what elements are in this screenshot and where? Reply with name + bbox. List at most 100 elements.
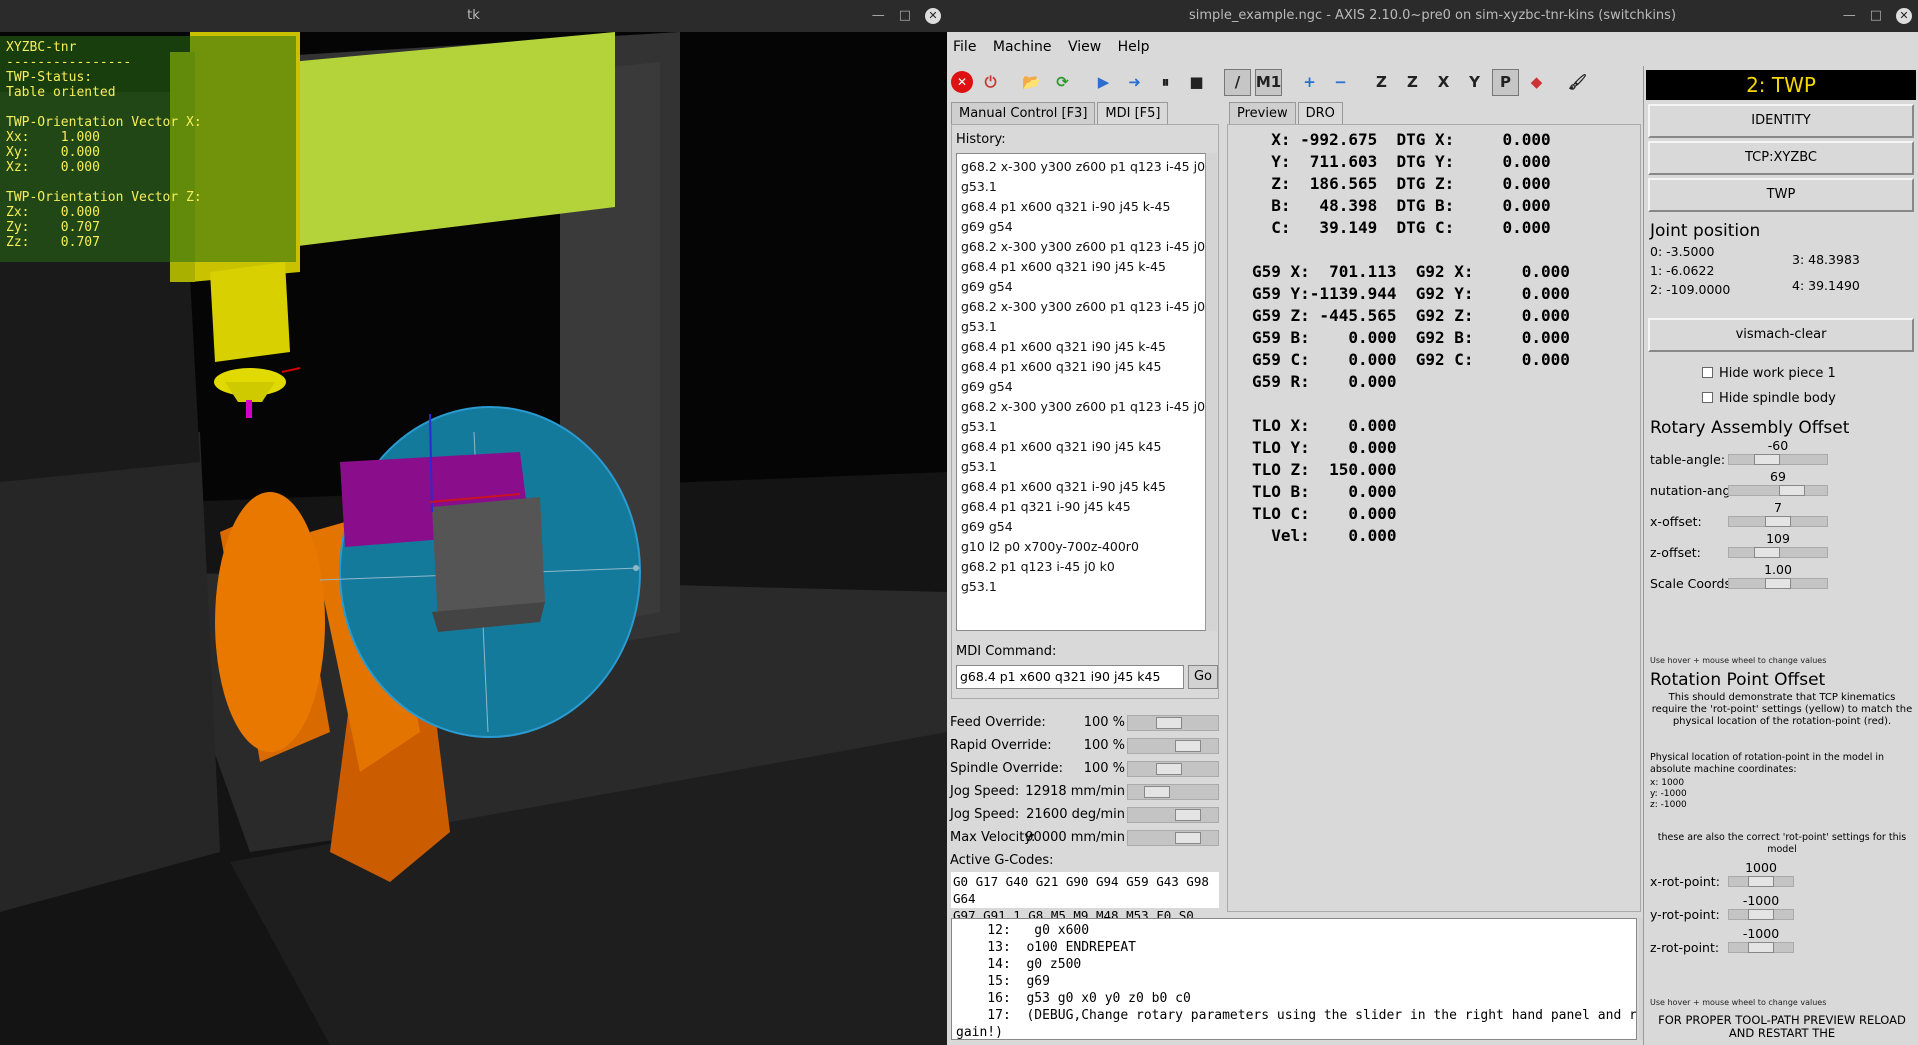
history-item[interactable]: g68.2 x-300 y300 z600 p1 q123 i-45 j0 k0 xyxy=(961,157,1207,177)
step-icon[interactable]: ➜ xyxy=(1121,69,1148,96)
menu-file[interactable]: File xyxy=(947,32,982,62)
slider-knob[interactable] xyxy=(1175,809,1201,821)
zoom-out-icon[interactable]: − xyxy=(1327,69,1354,96)
twp-button[interactable]: TWP xyxy=(1648,178,1914,212)
tcp-xyzbc-button[interactable]: TCP:XYZBC xyxy=(1648,141,1914,175)
history-item[interactable]: g10 l2 p0 x700y-700z-400r0 xyxy=(961,537,1203,557)
slider-track[interactable] xyxy=(1728,909,1794,920)
tab-manual-control[interactable]: Manual Control [F3] xyxy=(951,102,1096,124)
override-slider[interactable] xyxy=(1127,807,1219,823)
block-delete-icon[interactable]: / xyxy=(1224,68,1251,96)
close-icon[interactable]: ✕ xyxy=(925,8,941,24)
minimize-icon[interactable]: — xyxy=(872,0,885,32)
slider-track[interactable] xyxy=(1728,547,1828,558)
override-slider[interactable] xyxy=(1127,784,1219,800)
maximize-icon[interactable]: □ xyxy=(1870,0,1882,32)
minimize-icon[interactable]: — xyxy=(1843,0,1856,32)
slider-knob[interactable] xyxy=(1144,786,1170,798)
history-item[interactable]: g53.1 xyxy=(961,177,1203,197)
slider-track[interactable] xyxy=(1728,485,1828,496)
override-slider[interactable] xyxy=(1127,738,1219,754)
power-icon[interactable]: ⏻ xyxy=(977,69,1004,96)
override-slider[interactable] xyxy=(1127,830,1219,846)
tab-preview[interactable]: Preview xyxy=(1229,102,1296,124)
view-y-icon[interactable]: Y xyxy=(1461,69,1488,96)
slider-knob[interactable] xyxy=(1765,578,1791,589)
history-scrollbar[interactable] xyxy=(1205,153,1217,631)
estop-icon[interactable]: ✕ xyxy=(951,71,973,93)
history-item[interactable]: g68.4 p1 x600 q321 i90 j45 k-45 xyxy=(961,337,1203,357)
mdi-command-input[interactable]: g68.4 p1 x600 q321 i90 j45 k45 xyxy=(956,665,1184,689)
slider-knob[interactable] xyxy=(1754,454,1780,465)
rotary-assembly-title: Rotary Assembly Offset xyxy=(1650,418,1850,438)
menu-help[interactable]: Help xyxy=(1112,32,1156,62)
menu-view[interactable]: View xyxy=(1062,32,1107,62)
slider-knob[interactable] xyxy=(1748,942,1774,953)
history-item[interactable]: g68.4 p1 x600 q321 i90 j45 k45 xyxy=(961,437,1203,457)
zoom-in-icon[interactable]: + xyxy=(1296,69,1323,96)
slider-knob[interactable] xyxy=(1748,876,1774,887)
slider-knob[interactable] xyxy=(1175,832,1201,844)
vismach-3d-view[interactable]: XYZBC-tnr ---------------- TWP-Status: T… xyxy=(0,32,947,1045)
maximize-icon[interactable]: □ xyxy=(899,0,911,32)
slider-knob[interactable] xyxy=(1156,763,1182,775)
override-slider[interactable] xyxy=(1127,715,1219,731)
history-item[interactable]: g68.2 x-300 y300 z600 p1 q123 i-45 j0 k0 xyxy=(961,237,1207,257)
history-item[interactable]: g68.4 p1 x600 q321 i-90 j45 k-45 xyxy=(961,197,1203,217)
view-p-icon[interactable]: P xyxy=(1492,68,1519,96)
view-z-icon[interactable]: Z xyxy=(1368,69,1395,96)
history-item[interactable]: g68.2 p1 q123 i-45 j0 k0 xyxy=(961,557,1203,577)
history-item[interactable]: g69 g54 xyxy=(961,517,1203,537)
slider-track[interactable] xyxy=(1728,942,1794,953)
slider-knob[interactable] xyxy=(1156,717,1182,729)
history-item[interactable]: g68.2 x-300 y300 z600 p1 q123 i-45 j0 k0 xyxy=(961,397,1207,417)
history-item[interactable]: g53.1 xyxy=(961,417,1203,437)
slider-knob[interactable] xyxy=(1754,547,1780,558)
slider-knob[interactable] xyxy=(1748,909,1774,920)
slider-track[interactable] xyxy=(1728,454,1828,465)
gcode-listing[interactable]: 12: g0 x600 13: o100 ENDREPEAT 14: g0 z5… xyxy=(951,918,1637,1040)
history-item[interactable]: g53.1 xyxy=(961,457,1203,477)
menu-machine[interactable]: Machine xyxy=(987,32,1058,62)
dro-line: TLO X: 0.000 xyxy=(1252,416,1397,435)
code-line: 16: g53 g0 x0 y0 z0 b0 c0 xyxy=(956,991,1191,1006)
close-icon[interactable]: ✕ xyxy=(1896,8,1912,24)
view-z2-icon[interactable]: Z xyxy=(1399,69,1426,96)
identity-button[interactable]: IDENTITY xyxy=(1648,104,1914,138)
slider-knob[interactable] xyxy=(1779,485,1805,496)
rotate-icon[interactable]: ◆ xyxy=(1523,69,1550,96)
view-x-icon[interactable]: X xyxy=(1430,69,1457,96)
pause-icon[interactable]: ⏸ xyxy=(1152,69,1179,96)
history-item[interactable]: g68.4 p1 x600 q321 i90 j45 k45 xyxy=(961,357,1203,377)
history-item[interactable]: g69 g54 xyxy=(961,277,1203,297)
slider-track[interactable] xyxy=(1728,516,1828,527)
override-row: Jog Speed: 12918 mm/min xyxy=(947,781,1223,804)
override-slider[interactable] xyxy=(1127,761,1219,777)
run-icon[interactable]: ▶ xyxy=(1090,69,1117,96)
slider-knob[interactable] xyxy=(1765,516,1791,527)
optional-stop-icon[interactable]: M1 xyxy=(1255,68,1282,96)
history-item[interactable]: g68.2 x-300 y300 z600 p1 q123 i-45 j0 k0 xyxy=(961,297,1207,317)
history-item[interactable]: g69 g54 xyxy=(961,377,1203,397)
reload-icon[interactable]: ⟳ xyxy=(1049,69,1076,96)
history-item[interactable]: g53.1 xyxy=(961,577,1203,597)
tab-dro[interactable]: DRO xyxy=(1297,102,1343,124)
tab-mdi[interactable]: MDI [F5] xyxy=(1097,102,1169,124)
slider-knob[interactable] xyxy=(1175,740,1201,752)
clear-icon[interactable]: 🖌 xyxy=(1564,69,1591,96)
history-list[interactable]: g68.2 x-300 y300 z600 p1 q123 i-45 j0 k0… xyxy=(956,153,1208,631)
go-button[interactable]: Go xyxy=(1188,665,1218,689)
stop-icon[interactable]: ■ xyxy=(1183,69,1210,96)
also-note: these are also the correct 'rot-point' s… xyxy=(1657,832,1907,855)
hide-spindle-body-checkbox[interactable]: Hide spindle body xyxy=(1702,391,1836,406)
history-item[interactable]: g68.4 p1 x600 q321 i-90 j45 k45 xyxy=(961,477,1203,497)
hide-work-piece-checkbox[interactable]: Hide work piece 1 xyxy=(1702,366,1836,381)
history-item[interactable]: g68.4 p1 q321 i-90 j45 k45 xyxy=(961,497,1203,517)
history-item[interactable]: g68.4 p1 x600 q321 i90 j45 k-45 xyxy=(961,257,1203,277)
slider-track[interactable] xyxy=(1728,876,1794,887)
open-icon[interactable]: 📂 xyxy=(1018,69,1045,96)
slider-track[interactable] xyxy=(1728,578,1828,589)
history-item[interactable]: g69 g54 xyxy=(961,217,1203,237)
history-item[interactable]: g53.1 xyxy=(961,317,1203,337)
vismach-clear-button[interactable]: vismach-clear xyxy=(1648,318,1914,352)
